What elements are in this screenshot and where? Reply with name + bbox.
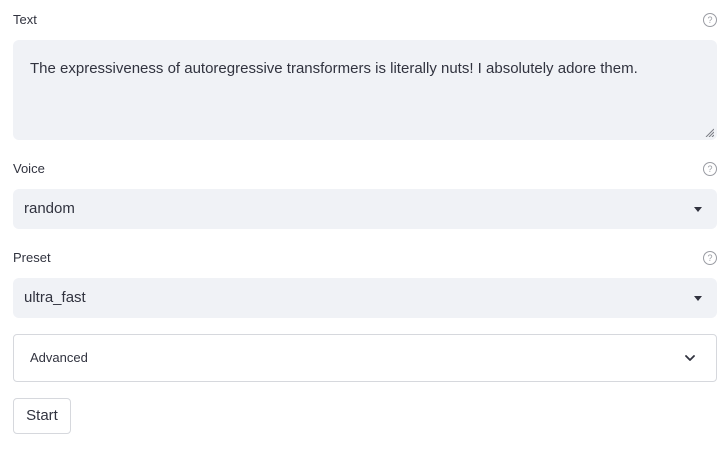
caret-down-icon xyxy=(694,207,702,212)
voice-select-value: random xyxy=(24,200,75,217)
advanced-expander[interactable]: Advanced xyxy=(13,334,717,382)
advanced-expander-label: Advanced xyxy=(30,350,88,365)
preset-select[interactable]: ultra_fast xyxy=(13,278,717,318)
text-input[interactable]: The expressiveness of autoregressive tra… xyxy=(13,40,717,140)
caret-down-icon xyxy=(694,296,702,301)
start-button[interactable]: Start xyxy=(13,398,71,434)
preset-help-icon[interactable]: ? xyxy=(703,251,717,265)
text-help-icon[interactable]: ? xyxy=(703,13,717,27)
voice-select[interactable]: random xyxy=(13,189,717,229)
voice-help-icon[interactable]: ? xyxy=(703,162,717,176)
tts-form: Text ? The expressiveness of autoregress… xyxy=(0,0,728,453)
text-input-value: The expressiveness of autoregressive tra… xyxy=(30,60,638,77)
voice-label: Voice xyxy=(13,161,45,176)
resize-grip-icon[interactable] xyxy=(705,128,714,137)
text-label: Text xyxy=(13,12,37,27)
preset-select-value: ultra_fast xyxy=(24,289,86,306)
chevron-down-icon xyxy=(685,355,695,361)
preset-label: Preset xyxy=(13,250,51,265)
